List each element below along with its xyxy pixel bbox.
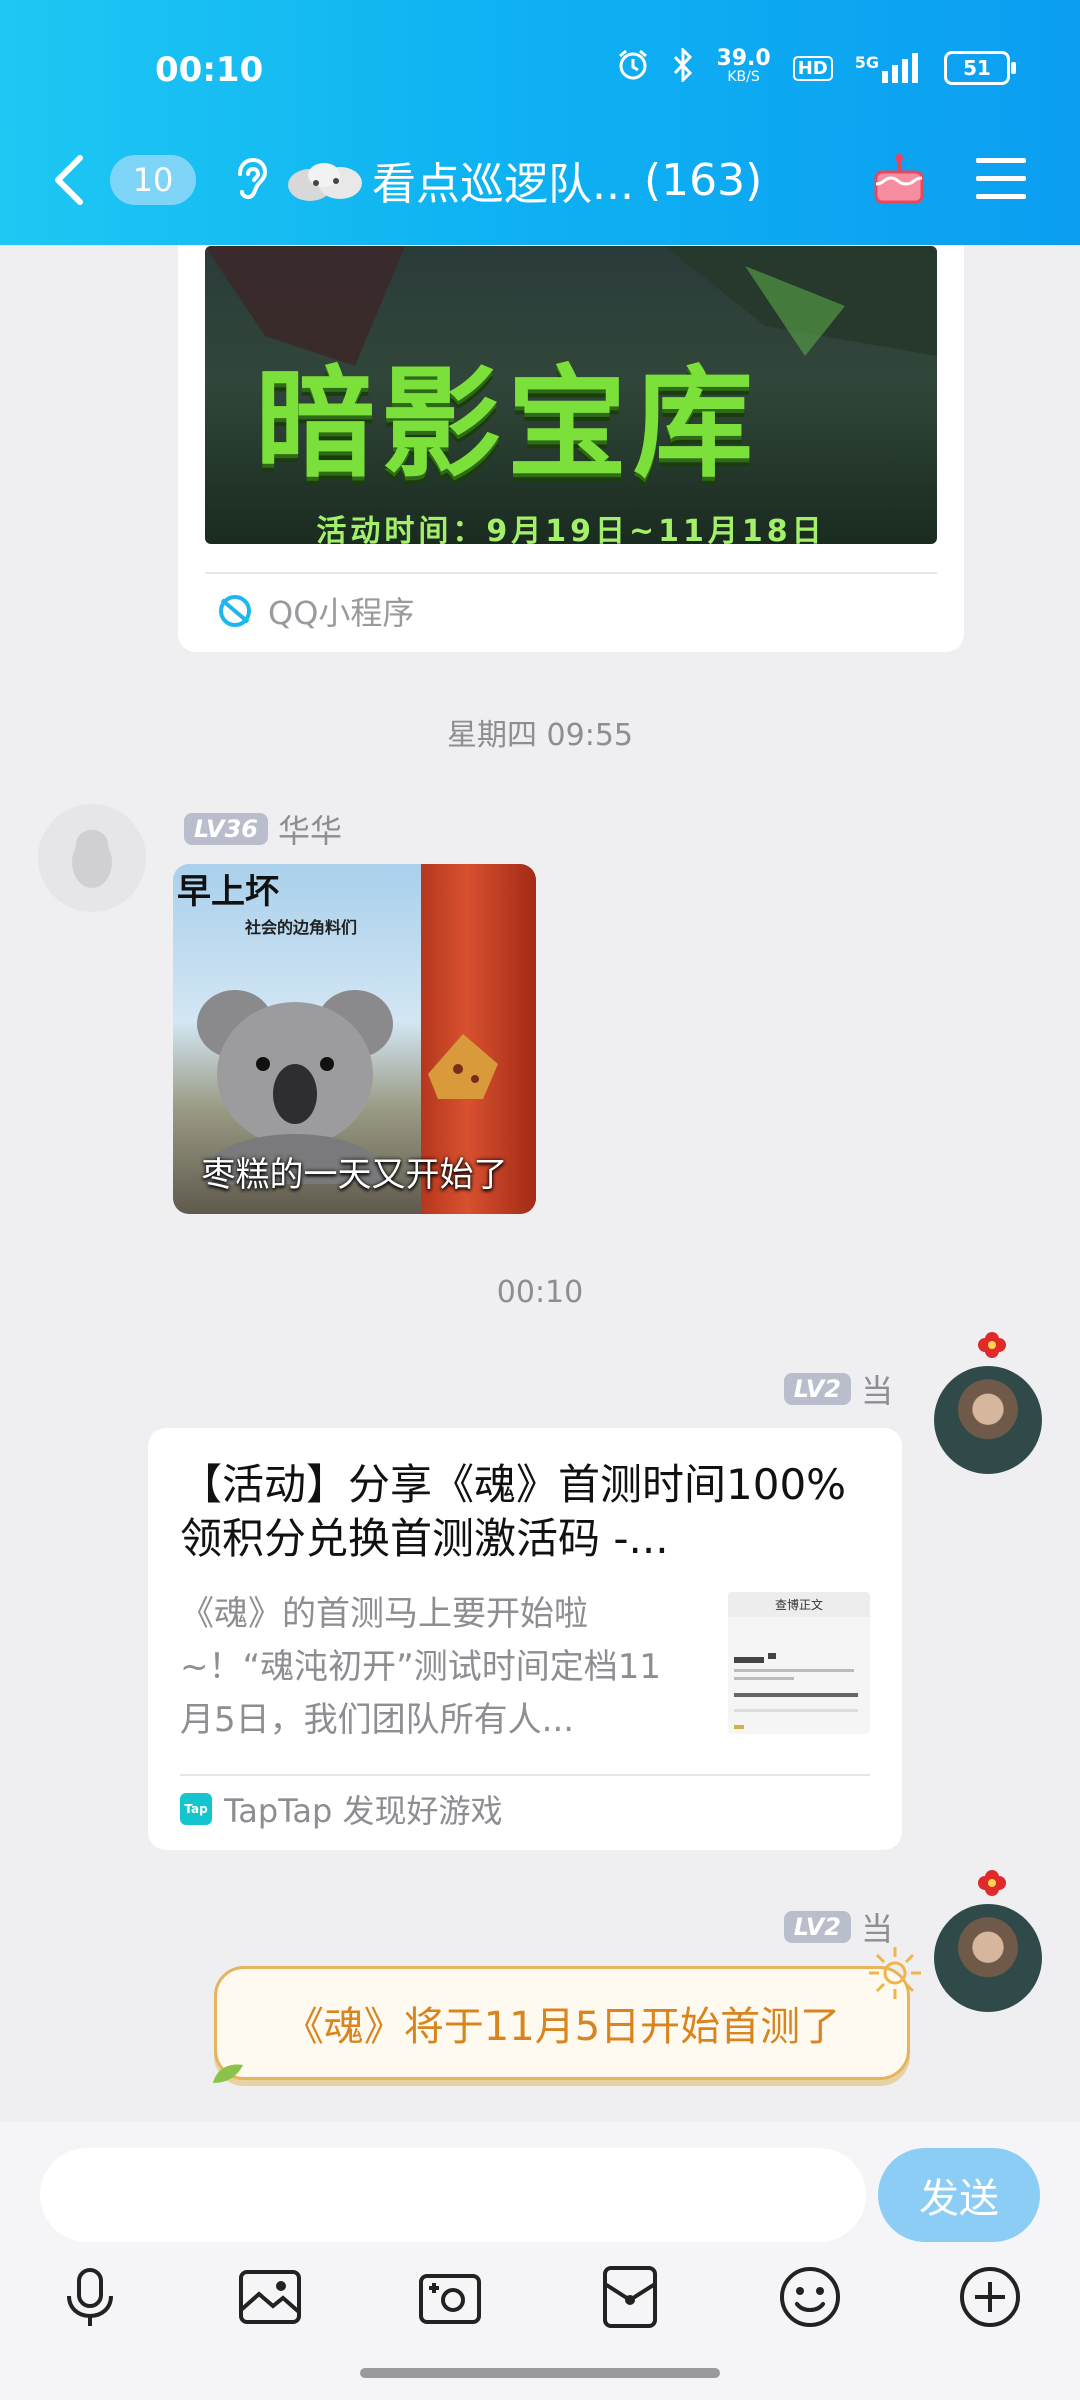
card-divider (180, 1774, 870, 1776)
banner-subtitle: 活动时间：9月19日~11月18日 (316, 514, 826, 544)
message-bubble[interactable]: 《魂》将于11月5日开始首测了 (213, 1947, 921, 2083)
chat-title[interactable]: 看点巡逻队... (372, 148, 634, 212)
flower-decoration-icon (978, 1870, 1006, 1896)
home-indicator[interactable] (360, 2368, 720, 2378)
signal-icon: 5G (855, 53, 922, 83)
sun-decoration-icon (869, 1947, 921, 1999)
ear-icon[interactable] (230, 154, 272, 206)
network-speed: 39.0 KB/S (716, 46, 771, 86)
message-text: 《魂》将于11月5日开始首测了 (283, 2004, 841, 2050)
thumbnail-content-graphic (734, 1653, 858, 1729)
menu-button[interactable] (972, 152, 1032, 204)
more-button[interactable] (955, 2262, 1025, 2332)
status-time: 00:10 (155, 50, 264, 90)
mini-program-card[interactable]: 暗影宝库 活动时间：9月19日~11月18日 QQ小程序 (178, 200, 964, 652)
plus-circle-icon (960, 2267, 1020, 2327)
avatar[interactable] (38, 804, 146, 912)
sender-info: LV36 华华 (184, 806, 342, 852)
card-divider (205, 572, 937, 574)
smiley-icon (780, 2267, 840, 2327)
red-packet-button[interactable] (595, 2262, 665, 2332)
status-icons: 39.0 KB/S HD 5G 51 (616, 46, 1016, 88)
link-thumbnail: 查博正文 (728, 1592, 870, 1734)
link-title: 【活动】分享《魂》首测时间100%领积分兑换首测激活码 -... (180, 1460, 847, 1563)
network-speed-value: 39.0 (716, 46, 771, 71)
timestamp: 00:10 (496, 1275, 584, 1310)
red-packet-icon (603, 2266, 657, 2328)
mini-program-label: QQ小程序 (268, 594, 415, 632)
cake-graphic (428, 1034, 498, 1099)
voice-button[interactable] (55, 2262, 125, 2332)
meme-image[interactable]: 早上坏 社会的边角料们 枣糕的一天又开始了 (173, 864, 536, 1214)
unread-count-badge[interactable]: 10 (110, 155, 196, 205)
avatar[interactable] (934, 1366, 1042, 1474)
thumbnail-header: 查博正文 (728, 1592, 870, 1617)
link-source-label: TapTap 发现好游戏 (224, 1792, 503, 1830)
network-speed-unit: KB/S (727, 69, 760, 85)
camera-icon (419, 2274, 481, 2324)
member-count[interactable]: (163) (644, 155, 762, 206)
link-source: Tap TapTap 发现好游戏 (180, 1786, 503, 1832)
meme-bottom-caption: 枣糕的一天又开始了 (201, 1155, 508, 1195)
mini-program-banner: 暗影宝库 活动时间：9月19日~11月18日 (205, 246, 937, 544)
qq-mini-program-icon (219, 595, 251, 627)
meme-top-caption: 早上坏 (177, 872, 279, 912)
avatar[interactable] (934, 1904, 1042, 2012)
hd-icon: HD (792, 55, 833, 81)
image-icon (239, 2270, 301, 2324)
send-button[interactable]: 发送 (878, 2148, 1040, 2242)
level-badge: LV36 (184, 813, 268, 845)
bluetooth-icon (672, 46, 694, 88)
flower-decoration-icon (978, 1332, 1006, 1358)
leaf-decoration-icon (213, 2064, 243, 2083)
meme-small-caption: 社会的边角料们 (245, 918, 358, 937)
mini-program-footer: QQ小程序 (216, 588, 414, 634)
link-description: 《魂》的首测马上要开始啦~！“魂沌初开”测试时间定档11月5日，我们团队所有人.… (180, 1594, 661, 1740)
sender-name[interactable]: 华华 (278, 806, 342, 852)
level-badge: LV2 (783, 1373, 851, 1405)
timestamp: 星期四 09:55 (447, 718, 633, 753)
group-avatar-icon (286, 155, 366, 205)
microphone-icon (67, 2268, 113, 2326)
banner-title: 暗影宝库 (255, 353, 759, 494)
battery-icon: 51 (944, 51, 1016, 85)
photo-button[interactable] (235, 2262, 305, 2332)
sender-name[interactable]: 当 (861, 1366, 893, 1412)
chat-header: 00:10 39.0 KB/S HD 5G 51 10 看点巡逻队... (16 (0, 0, 1080, 245)
emoji-button[interactable] (775, 2262, 845, 2332)
link-share-card[interactable]: 【活动】分享《魂》首测时间100%领积分兑换首测激活码 -... 《魂》的首测马… (148, 1428, 902, 1850)
signal-label: 5G (854, 53, 879, 72)
gift-icon (874, 154, 924, 204)
message-input[interactable] (40, 2148, 866, 2242)
gift-button[interactable] (870, 150, 928, 208)
back-button[interactable] (52, 150, 92, 210)
camera-button[interactable] (415, 2262, 485, 2332)
input-area: 发送 (0, 2122, 1080, 2400)
level-badge: LV2 (783, 1911, 851, 1943)
default-penguin-avatar-icon (72, 830, 112, 888)
menu-icon (976, 158, 1026, 199)
alarm-icon (616, 48, 650, 88)
sender-info: LV2 当 (783, 1366, 893, 1412)
chevron-left-icon (55, 155, 83, 205)
taptap-logo-icon: Tap (180, 1793, 212, 1825)
